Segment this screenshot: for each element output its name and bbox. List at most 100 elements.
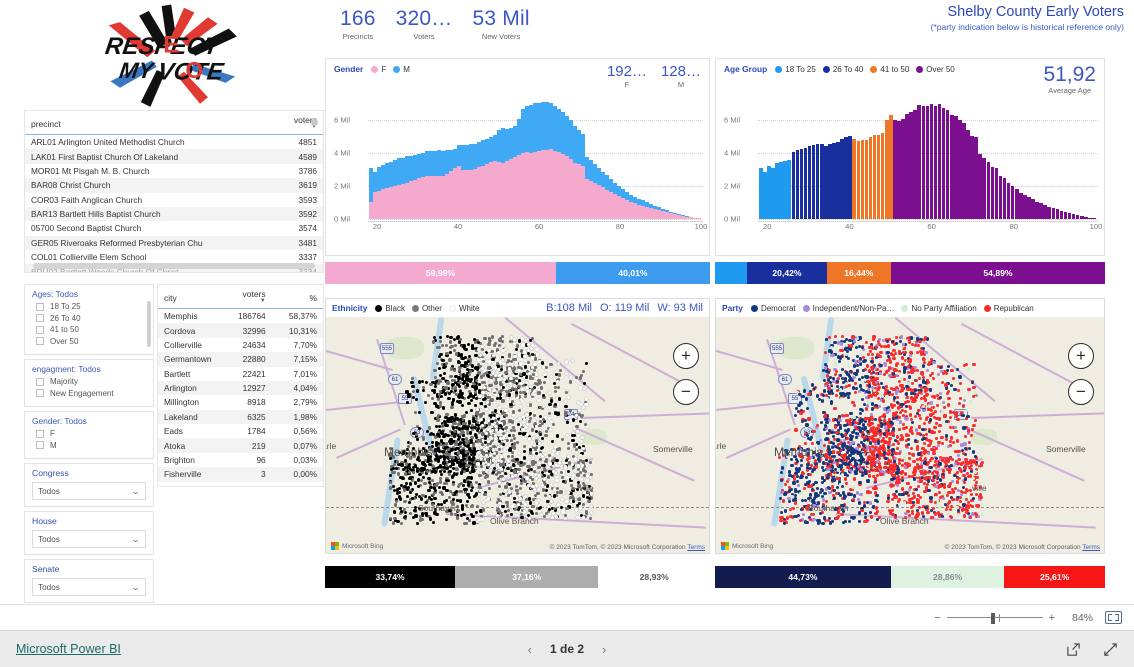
histogram-bar[interactable] [417, 153, 421, 219]
senate-dropdown[interactable]: Todos ⌄ [32, 578, 146, 596]
legend-item-black[interactable]: Black [375, 304, 405, 313]
histogram-bar[interactable] [807, 146, 812, 219]
histogram-bar[interactable] [860, 139, 865, 219]
histogram-bar[interactable] [1051, 208, 1056, 219]
legend-item-democrat[interactable]: Democrat [750, 304, 796, 313]
histogram-bar[interactable] [978, 153, 982, 219]
histogram-bar[interactable] [521, 108, 525, 219]
legend-item-41-to-50[interactable]: 41 to 50 [870, 65, 909, 74]
histogram-bar[interactable] [1014, 189, 1019, 219]
filter-ages-option-41-to-50[interactable]: 41 to 50 [36, 325, 146, 334]
histogram-bar[interactable] [868, 136, 873, 219]
histogram-bar[interactable] [811, 145, 816, 219]
table-row[interactable]: Memphis 186764 58,37% [158, 309, 323, 324]
histogram-bar[interactable] [921, 105, 926, 219]
histogram-bar[interactable] [401, 158, 405, 219]
city-pct-col-header[interactable]: % [271, 285, 323, 309]
share-segment[interactable] [715, 262, 748, 284]
histogram-bar[interactable] [949, 114, 954, 219]
legend-item-f[interactable]: F [371, 65, 386, 74]
histogram-bar[interactable] [1092, 218, 1096, 219]
share-segment[interactable]: 54,89% [890, 262, 1105, 284]
histogram-bar[interactable] [990, 167, 995, 219]
histogram-bar[interactable] [1006, 182, 1011, 219]
histogram-bar[interactable] [397, 158, 401, 219]
histogram-bar[interactable] [669, 211, 673, 219]
histogram-bar[interactable] [815, 144, 820, 219]
histogram-bar[interactable] [925, 106, 930, 219]
checkbox-icon[interactable] [36, 314, 44, 322]
filter-ages-option-26-to-40[interactable]: 26 To 40 [36, 314, 146, 323]
legend-item-other[interactable]: Other [411, 304, 442, 313]
gender-bars[interactable] [369, 102, 701, 219]
table-row[interactable]: BAR13 Bartlett Hills Baptist Church 3592 [25, 206, 323, 222]
histogram-bar[interactable] [681, 215, 685, 219]
legend-item-republican[interactable]: Republican [983, 304, 1034, 313]
filter-engagement-option-new-engagement[interactable]: New Engagement [36, 389, 146, 398]
histogram-bar[interactable] [819, 144, 824, 219]
table-row[interactable]: Cordova 32996 10,31% [158, 323, 323, 338]
histogram-bar[interactable] [465, 145, 469, 219]
histogram-bar[interactable] [585, 156, 589, 219]
histogram-bar[interactable] [553, 106, 557, 219]
histogram-bar[interactable] [864, 139, 869, 219]
histogram-bar[interactable] [381, 165, 385, 219]
filter-gender-option-m[interactable]: M [36, 441, 146, 450]
table-row[interactable]: Collierville 24634 7,70% [158, 338, 323, 352]
histogram-bar[interactable] [661, 208, 665, 219]
city-table[interactable]: city voters ▼ % Memphis 186764 58,37% Cordo… [157, 284, 324, 487]
histogram-bar[interactable] [501, 127, 505, 219]
histogram-bar[interactable] [1088, 217, 1092, 219]
party-map-panel[interactable]: Party Democrat Independent/Non-Pa… No Pa… [715, 298, 1105, 554]
checkbox-icon[interactable] [36, 377, 44, 386]
histogram-bar[interactable] [477, 142, 481, 219]
share-segment[interactable]: 20,42% [747, 262, 827, 284]
histogram-bar[interactable] [759, 168, 763, 219]
checkbox-icon[interactable] [36, 389, 44, 397]
histogram-bar[interactable] [513, 125, 517, 219]
filter-ages[interactable]: Ages: Todos 18 To 25 26 To 40 41 to 50 O… [24, 284, 154, 355]
histogram-bar[interactable] [549, 103, 553, 219]
histogram-bar[interactable] [453, 148, 457, 219]
ethnicity-map-surface[interactable]: 555 61 55 63 24 Memphis arle Somerville … [326, 316, 709, 553]
histogram-bar[interactable] [941, 107, 946, 219]
histogram-bar[interactable] [852, 139, 856, 219]
table-row[interactable]: GER05 Riveroaks Reformed Presbyterian Ch… [25, 235, 323, 250]
histogram-bar[interactable] [481, 140, 485, 219]
histogram-bar[interactable] [629, 194, 633, 219]
map-zoom-out-button[interactable]: − [673, 379, 699, 405]
histogram-bar[interactable] [1047, 206, 1051, 219]
histogram-bar[interactable] [421, 152, 425, 219]
histogram-bar[interactable] [641, 200, 645, 219]
precinct-col-header[interactable]: precinct [25, 111, 271, 135]
gender-share-bar[interactable]: 59,99% 40,01% [325, 262, 710, 284]
filter-ages-option-18-to-25[interactable]: 18 To 25 [36, 302, 146, 311]
histogram-bar[interactable] [449, 150, 453, 219]
filter-gender-option-f[interactable]: F [36, 429, 146, 438]
histogram-bar[interactable] [905, 113, 909, 219]
histogram-bar[interactable] [485, 138, 489, 219]
histogram-bar[interactable] [974, 136, 978, 219]
table-row[interactable]: Bartlett 22421 7,01% [158, 367, 323, 381]
histogram-bar[interactable] [909, 112, 913, 219]
histogram-bar[interactable] [836, 141, 840, 219]
histogram-bar[interactable] [783, 161, 787, 219]
histogram-bar[interactable] [929, 104, 934, 219]
filter-gender[interactable]: Gender: Todos F M [24, 411, 154, 459]
histogram-bar[interactable] [601, 171, 605, 219]
histogram-bar[interactable] [697, 218, 701, 219]
histogram-bar[interactable] [493, 135, 497, 219]
legend-item-18-to-25[interactable]: 18 To 25 [775, 65, 816, 74]
histogram-bar[interactable] [425, 151, 429, 219]
histogram-bar[interactable] [958, 119, 962, 219]
histogram-bar[interactable] [791, 151, 796, 219]
histogram-bar[interactable] [1035, 201, 1039, 219]
histogram-bar[interactable] [625, 191, 629, 219]
histogram-bar[interactable] [970, 136, 974, 219]
histogram-bar[interactable] [621, 189, 625, 219]
histogram-bar[interactable] [913, 109, 917, 219]
gender-histogram-panel[interactable]: Gender F M 192… F 128… M 0 Mil 2 Mil 4 Mi [325, 58, 710, 256]
checkbox-icon[interactable] [36, 337, 44, 345]
histogram-bar[interactable] [541, 102, 545, 219]
table-row[interactable]: COR03 Faith Anglican Church 3593 [25, 193, 323, 207]
